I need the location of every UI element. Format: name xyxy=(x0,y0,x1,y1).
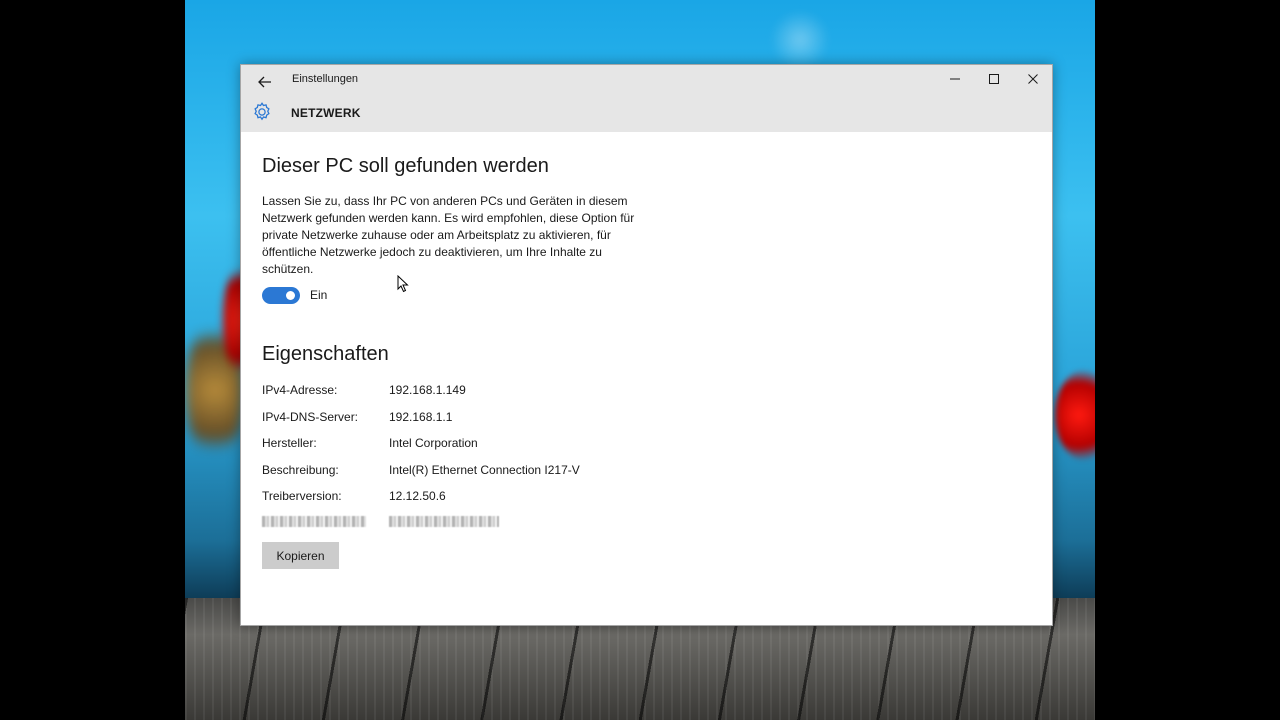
bokeh-light xyxy=(1055,370,1095,460)
property-key: Hersteller: xyxy=(262,436,317,451)
window-controls xyxy=(935,65,1052,93)
properties-heading: Eigenschaften xyxy=(262,343,389,365)
property-key: Beschreibung: xyxy=(262,462,339,477)
toggle-state-label: Ein xyxy=(310,288,328,302)
close-icon xyxy=(1027,74,1038,84)
discovery-toggle-row: Ein xyxy=(262,286,662,304)
minimize-button[interactable] xyxy=(935,65,974,93)
properties-list: IPv4-Adresse: 192.168.1.149 IPv4-DNS-Ser… xyxy=(262,377,662,536)
property-value: Intel Corporation xyxy=(389,436,478,451)
maximize-button[interactable] xyxy=(974,65,1013,93)
property-value: 12.12.50.6 xyxy=(389,489,446,504)
property-row: Beschreibung: Intel(R) Ethernet Connecti… xyxy=(262,457,662,484)
copy-button[interactable]: Kopieren xyxy=(262,542,339,569)
app-title: Einstellungen xyxy=(292,73,359,85)
discovery-heading: Dieser PC soll gefunden werden xyxy=(262,155,549,177)
discovery-description: Lassen Sie zu, dass Ihr PC von anderen P… xyxy=(262,194,635,276)
property-key: IPv4-Adresse: xyxy=(262,383,338,398)
property-value: 192.168.1.149 xyxy=(389,383,466,398)
close-button[interactable] xyxy=(1013,65,1052,93)
property-row: IPv4-Adresse: 192.168.1.149 xyxy=(262,377,662,404)
gear-icon xyxy=(254,102,270,121)
property-value: Intel(R) Ethernet Connection I217-V xyxy=(389,462,580,477)
title-bar: Einstellungen NETZWERK xyxy=(241,65,1052,132)
toggle-knob xyxy=(286,290,295,300)
property-row: Hersteller: Intel Corporation xyxy=(262,430,662,457)
back-button[interactable] xyxy=(253,70,277,94)
minimize-icon xyxy=(949,78,960,80)
property-row: Treiberversion: 12.12.50.6 xyxy=(262,483,662,510)
redacted-key xyxy=(262,515,366,527)
property-row-redacted xyxy=(262,510,662,537)
back-arrow-icon xyxy=(258,76,271,88)
maximize-icon xyxy=(988,74,999,84)
settings-window: Einstellungen NETZWERK Dieser PC soll ge… xyxy=(240,64,1053,626)
property-value: 192.168.1.1 xyxy=(389,409,453,424)
discovery-toggle-switch[interactable] xyxy=(262,286,300,304)
property-key: IPv4-DNS-Server: xyxy=(262,409,359,424)
redacted-value xyxy=(389,515,499,527)
section-title: NETZWERK xyxy=(291,106,361,120)
content-area: Dieser PC soll gefunden werden Lassen Si… xyxy=(262,153,662,569)
bokeh-light xyxy=(770,10,830,70)
property-key: Treiberversion: xyxy=(262,489,342,504)
mouse-cursor-icon xyxy=(397,275,409,293)
property-row: IPv4-DNS-Server: 192.168.1.1 xyxy=(262,404,662,431)
